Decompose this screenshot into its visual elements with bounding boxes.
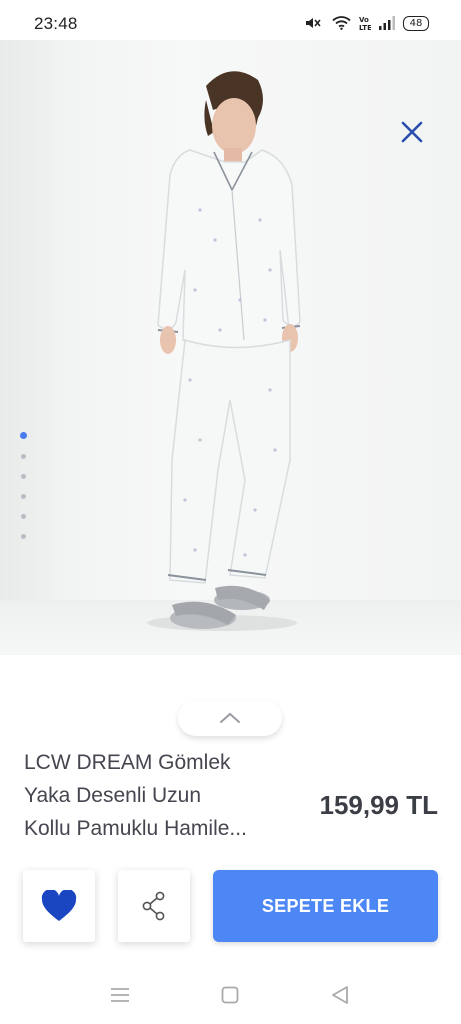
favorite-button[interactable] <box>23 870 95 942</box>
system-nav-bar <box>0 965 461 1024</box>
nav-menu-button[interactable] <box>108 983 132 1007</box>
product-price: 159,99 TL <box>319 790 438 820</box>
back-icon <box>332 986 348 1004</box>
share-icon <box>142 891 165 921</box>
close-button[interactable] <box>394 114 430 150</box>
svg-text:LTE: LTE <box>359 24 371 31</box>
heart-icon <box>41 890 77 921</box>
nav-home-button[interactable] <box>218 983 242 1007</box>
gallery-dot[interactable] <box>21 474 26 479</box>
volte-icon: Vo LTE <box>359 15 371 31</box>
gallery-dot[interactable] <box>21 494 26 499</box>
chevron-up-icon <box>220 712 240 723</box>
nav-back-button[interactable] <box>328 983 352 1007</box>
menu-icon <box>111 988 129 1002</box>
battery-icon: 48 <box>403 15 429 31</box>
product-photo <box>147 71 301 631</box>
gallery-dot[interactable] <box>21 514 26 519</box>
svg-text:Vo: Vo <box>359 16 369 24</box>
product-title-line: LCW DREAM Gömlek <box>24 751 231 774</box>
product-title-line: Yaka Desenli Uzun <box>24 784 202 807</box>
product-title-line: Kollu Pamuklu Hamile... <box>24 817 247 840</box>
close-icon <box>401 121 423 143</box>
gallery-dot[interactable] <box>21 454 26 459</box>
home-icon <box>221 986 239 1004</box>
mute-icon <box>304 16 324 30</box>
share-button[interactable] <box>118 870 190 942</box>
expand-details-button[interactable] <box>178 700 282 736</box>
wifi-icon <box>332 16 351 30</box>
add-to-cart-button[interactable]: SEPETE EKLE <box>213 870 438 942</box>
gallery-dot[interactable] <box>21 534 26 539</box>
gallery-pagination <box>20 432 27 539</box>
signal-icon <box>379 16 395 30</box>
product-title: LCW DREAM Gömlek Yaka Desenli Uzun Kollu… <box>24 746 294 845</box>
gallery-dot-active[interactable] <box>20 432 27 439</box>
status-icons: Vo LTE 48 <box>304 15 429 31</box>
status-time: 23:48 <box>34 14 78 33</box>
product-image-gallery[interactable] <box>0 40 461 655</box>
action-row: SEPETE EKLE <box>0 870 461 945</box>
